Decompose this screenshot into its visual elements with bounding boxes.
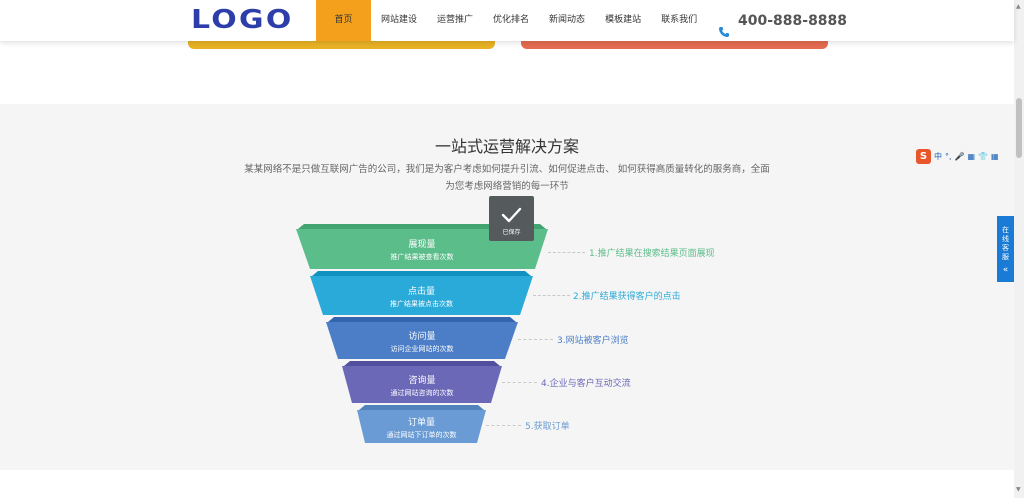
funnel-connector-line (486, 425, 521, 426)
ime-toolbar[interactable]: S 中 °, 🎤 ▦ 👕 ▦ (916, 148, 1024, 164)
nav-item-news[interactable]: 新闻动态 (539, 0, 595, 41)
funnel-tier-subtitle: 推广结果被查看次数 (390, 253, 454, 261)
funnel-tier-name: 点击量 (407, 286, 435, 297)
funnel-tier-name: 咨询量 (408, 375, 436, 386)
ime-voice-icon[interactable]: 🎤 (955, 152, 965, 161)
funnel-tier-subtitle: 访问企业网站的次数 (390, 344, 454, 353)
funnel-tier-label: 1.推广结果在搜索结果页面展现 (589, 249, 715, 259)
ime-skin-icon[interactable]: 👕 (978, 152, 988, 161)
phone-number: 400-888-8888 (738, 12, 848, 29)
funnel-connector-line (533, 295, 570, 296)
funnel-tier-label: 4.企业与客户互动交流 (541, 379, 631, 389)
funnel-tier-text: 点击量推广结果被点击次数 (310, 284, 533, 309)
funnel-tier-subtitle: 通过网站咨询的次数 (390, 388, 454, 397)
scrollbar-thumb[interactable] (1016, 98, 1022, 158)
sogou-ime-icon[interactable]: S (916, 148, 931, 164)
funnel-tier-subtitle: 推广结果被点击次数 (390, 299, 453, 308)
site-header: LOGO 首页 网站建设 运营推广 优化排名 新闻动态 模板建站 联系我们 40… (0, 0, 1014, 41)
funnel-tier-name: 订单量 (407, 417, 435, 428)
funnel-tier-text: 订单量通过网站下订单的次数 (357, 415, 486, 440)
funnel-tier-label: 3.网站被客户浏览 (557, 336, 629, 346)
nav-item-operation[interactable]: 运营推广 (427, 0, 483, 41)
funnel-tier-label: 5.获取订单 (525, 422, 570, 432)
page: LOGO 首页 网站建设 运营推广 优化排名 新闻动态 模板建站 联系我们 40… (0, 0, 1024, 498)
funnel-tier: 订单量通过网站下订单的次数 (357, 405, 486, 443)
funnel-tier-label: 2.推广结果获得客户的点击 (573, 292, 681, 302)
main-nav: 首页 网站建设 运营推广 优化排名 新闻动态 模板建站 联系我们 (316, 0, 707, 41)
saved-toast-text: 已保存 (502, 229, 521, 236)
funnel-tier: 咨询量通过网站咨询的次数 (342, 361, 502, 403)
saved-toast: 已保存 (489, 196, 534, 241)
funnel-tier: 访问量访问企业网站的次数 (326, 317, 518, 359)
section-description: 某某网络不是只做互联网广告的公司，我们是为客户考虑如何提升引流、如何促进点击、 … (244, 164, 770, 192)
nav-item-home[interactable]: 首页 (316, 0, 371, 41)
scroll-up-icon[interactable]: ▲ (1016, 3, 1021, 10)
funnel-tier: 点击量推广结果被点击次数 (310, 271, 533, 315)
funnel-tier-text: 咨询量通过网站咨询的次数 (342, 373, 502, 398)
nav-item-website-build[interactable]: 网站建设 (371, 0, 427, 41)
ime-punctuation-icon[interactable]: °, (945, 152, 952, 161)
online-service-label: 在线客服 (997, 226, 1014, 262)
collapse-arrow-icon[interactable]: « (997, 266, 1014, 275)
online-service-float[interactable]: 在线客服 « (997, 216, 1014, 282)
nav-item-templates[interactable]: 模板建站 (595, 0, 651, 41)
ime-menu-icon[interactable]: ▦ (991, 152, 999, 161)
nav-item-seo[interactable]: 优化排名 (483, 0, 539, 41)
phone-contact[interactable]: 400-888-8888 (718, 0, 847, 41)
scroll-down-icon[interactable]: ▼ (1016, 486, 1021, 493)
ime-keyboard-icon[interactable]: ▦ (968, 152, 976, 161)
scrollbar-track[interactable] (1014, 0, 1024, 498)
funnel-connector-line (502, 382, 537, 383)
funnel-tier-text: 访问量访问企业网站的次数 (326, 329, 518, 354)
nav-item-contact[interactable]: 联系我们 (651, 0, 707, 41)
funnel-tier-name: 访问量 (408, 331, 436, 342)
phone-icon (718, 15, 730, 37)
online-service-text: 在线客服 (1002, 226, 1009, 261)
logo[interactable]: LOGO (191, 5, 294, 35)
section-title: 一站式运营解决方案 (434, 137, 579, 156)
funnel-tier-subtitle: 通过网站下订单的次数 (386, 430, 457, 439)
funnel-connector-line (548, 252, 585, 253)
funnel-connector-line (518, 339, 553, 340)
ime-chinese-toggle[interactable]: 中 (934, 151, 942, 162)
